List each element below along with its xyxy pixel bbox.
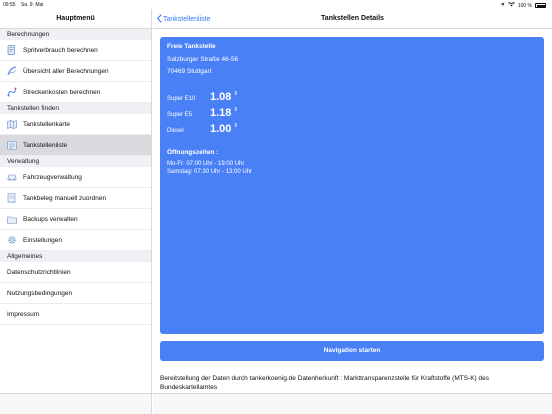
sidebar-item-backups[interactable]: Backups verwalten [0, 209, 151, 230]
opening-hours-title: Öffnungszeiten : [167, 149, 219, 156]
sidebar-item-tankstellenliste[interactable]: Tankstellenliste [0, 135, 151, 156]
station-card: Freie Tankstelle Salzburger Straße 46-56… [160, 37, 544, 334]
gear-icon [6, 235, 17, 246]
sidebar-item-label: Streckenkosten berechnen [23, 88, 101, 96]
sidebar-item-nutzungsbedingungen[interactable]: Nutzungsbedingungen [0, 283, 151, 304]
station-street: Salzburger Straße 46-56 [167, 56, 239, 63]
price-list: Super E10 1.08 9 Super E5 1.18 9 Diesel … [167, 91, 537, 139]
opening-hours-line: Mo-Fr: 07:00 Uhr - 19:00 Uhr [167, 161, 245, 167]
section-header-verwaltung: Verwaltung [0, 156, 151, 167]
fuel-price-superscript: 9 [234, 91, 238, 97]
fuel-type: Super E5 [167, 112, 193, 118]
route-icon [6, 87, 17, 98]
chevron-left-icon [157, 13, 162, 25]
fuel-pump-icon [6, 45, 17, 56]
sidebar-item-einstellungen[interactable]: Einstellungen [0, 230, 151, 251]
sidebar-item-tankstellenkarte[interactable]: Tankstellenkarte [0, 114, 151, 135]
sidebar-item-label: Tankstellenliste [23, 141, 68, 149]
fuel-price: 1.00 [210, 123, 232, 135]
battery-percent: 100 % [517, 2, 532, 9]
section-header-tankstellen-finden: Tankstellen finden [0, 103, 151, 114]
fuel-price-superscript: 9 [234, 107, 238, 113]
back-button-label: Tankstellenliste [163, 15, 211, 23]
backup-icon [6, 214, 17, 225]
price-row: Super E5 1.18 9 [167, 107, 537, 123]
map-icon [6, 119, 17, 130]
section-header-berechnungen: Berechnungen [0, 29, 151, 40]
section-header-allgemeines: Allgemeines [0, 251, 151, 262]
sidebar-item-label: Backups verwalten [23, 215, 78, 223]
detail-pane: Tankstellenliste Tankstellen Details Fre… [153, 9, 552, 414]
sidebar-item-label: Tankstellenkarte [23, 120, 70, 128]
fuel-type: Super E10 [167, 96, 196, 102]
receipt-icon [6, 193, 17, 204]
sidebar: Hauptmenü Berechnungen Spritverbrauch be… [0, 9, 152, 414]
sidebar-item-impressum[interactable]: Impressum [0, 304, 151, 325]
start-navigation-button[interactable]: Navigation starten [160, 341, 544, 361]
sidebar-toolbar [0, 393, 151, 414]
sidebar-item-label: Fahrzeugverwaltung [23, 173, 82, 181]
sidebar-item-spritverbrauch[interactable]: Spritverbrauch berechnen [0, 40, 151, 61]
detail-toolbar [153, 393, 552, 414]
status-date: Sa. 9. Mai [20, 2, 44, 8]
sidebar-item-fahrzeugverwaltung[interactable]: Fahrzeugverwaltung [0, 167, 151, 188]
price-row: Super E10 1.08 9 [167, 91, 537, 107]
price-row: Diesel 1.00 9 [167, 123, 537, 139]
opening-hours: Mo-Fr: 07:00 Uhr - 19:00 Uhr Samstag: 07… [167, 160, 537, 176]
sidebar-title: Hauptmenü [0, 9, 151, 29]
page-title: Tankstellen Details [321, 15, 384, 22]
sidebar-item-streckenkosten[interactable]: Streckenkosten berechnen [0, 82, 151, 103]
sidebar-item-label: Nutzungsbedingungen [7, 289, 73, 297]
data-source-text: Bereitstellung der Daten durch tankerkoe… [160, 375, 490, 391]
fuel-type: Diesel [167, 128, 184, 134]
sidebar-item-label: Datenschutzrichtlinien [7, 268, 71, 276]
station-city: 70469 Stuttgart [167, 68, 212, 75]
station-name: Freie Tankstelle [167, 43, 216, 50]
sidebar-item-label: Übersicht aller Berechnungen [23, 67, 109, 75]
sidebar-item-label: Einstellungen [23, 236, 63, 244]
status-time: 09:55 [3, 2, 16, 8]
battery-icon [535, 3, 546, 8]
list-icon [6, 140, 17, 151]
location-icon [500, 2, 505, 9]
fuel-price-superscript: 9 [234, 123, 238, 129]
fuel-price: 1.18 [210, 107, 232, 119]
opening-hours-line: Samstag: 07:30 Uhr - 13:00 Uhr [167, 169, 253, 175]
sidebar-item-label: Impressum [7, 310, 40, 318]
sidebar-item-datenschutz[interactable]: Datenschutzrichtlinien [0, 262, 151, 283]
status-bar: 09:55 Sa. 9. Mai 100 % [0, 0, 552, 9]
sidebar-item-tankbeleg[interactable]: Tankbeleg manuell zuordnen [0, 188, 151, 209]
chart-icon [6, 66, 17, 77]
car-icon [6, 172, 17, 183]
navigation-bar: Tankstellenliste Tankstellen Details [153, 9, 552, 29]
wifi-icon [507, 1, 515, 9]
sidebar-item-label: Tankbeleg manuell zuordnen [23, 194, 107, 202]
sidebar-item-uebersicht[interactable]: Übersicht aller Berechnungen [0, 61, 151, 82]
back-button[interactable]: Tankstellenliste [157, 9, 210, 29]
sidebar-item-label: Spritverbrauch berechnen [23, 46, 98, 54]
fuel-price: 1.08 [210, 91, 232, 103]
